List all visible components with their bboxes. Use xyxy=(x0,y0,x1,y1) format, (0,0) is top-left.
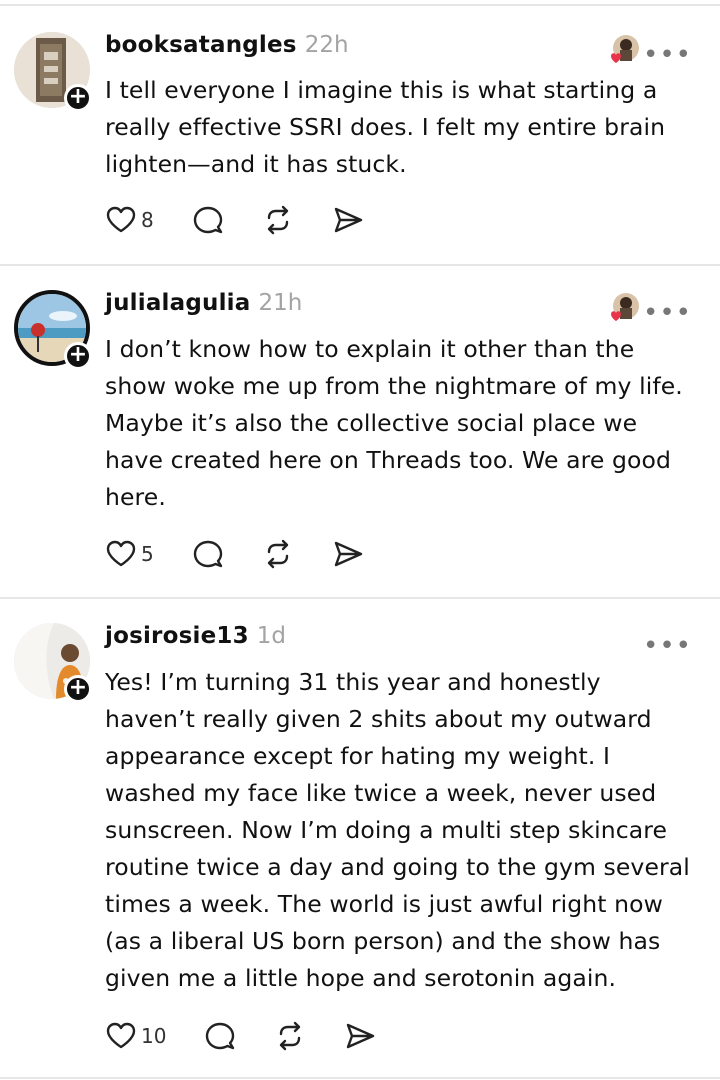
action-bar: 8 xyxy=(105,204,402,236)
reply-button[interactable] xyxy=(204,1020,236,1052)
like-count: 10 xyxy=(141,1024,167,1048)
send-icon xyxy=(347,1023,375,1049)
heart-outline-icon xyxy=(106,206,136,233)
share-button[interactable] xyxy=(332,538,364,570)
share-button[interactable] xyxy=(344,1020,376,1052)
post-header: booksatangles 22h xyxy=(105,32,349,68)
repost-arrows-icon xyxy=(267,539,288,569)
post-header: josirosie13 1d xyxy=(105,623,286,659)
post-divider xyxy=(0,597,720,599)
timestamp: 21h xyxy=(258,290,303,316)
reply-post-1: + booksatangles 22h ••• I tell everyone … xyxy=(0,32,720,262)
reply-button[interactable] xyxy=(192,204,224,236)
more-dots-icon[interactable]: ••• xyxy=(643,298,692,328)
comment-bubble-icon xyxy=(193,206,222,234)
like-count: 5 xyxy=(141,542,154,566)
like-button[interactable]: 10 xyxy=(105,1020,166,1052)
reply-post-3: + josirosie13 1d ••• Yes! I’m turning 31… xyxy=(0,623,720,1073)
like-button[interactable]: 8 xyxy=(105,204,154,236)
reply-button[interactable] xyxy=(192,538,224,570)
send-icon xyxy=(334,541,362,567)
heart-outline-icon xyxy=(106,540,136,567)
post-header: julialagulia 21h xyxy=(105,290,302,326)
timestamp: 1d xyxy=(256,623,287,649)
send-icon xyxy=(334,207,362,233)
follow-plus-icon[interactable]: + xyxy=(64,342,92,370)
follow-plus-icon[interactable]: + xyxy=(64,84,92,112)
repost-button[interactable] xyxy=(262,538,294,570)
action-bar: 10 xyxy=(105,1020,414,1052)
repost-arrows-icon xyxy=(267,205,288,235)
comment-bubble-icon xyxy=(206,1022,235,1050)
like-count: 8 xyxy=(141,208,154,232)
liked-by-author-avatar xyxy=(606,292,640,326)
repost-button[interactable] xyxy=(274,1020,306,1052)
username[interactable]: josirosie13 xyxy=(105,623,249,649)
username[interactable]: julialagulia xyxy=(105,290,250,316)
post-divider xyxy=(0,264,720,266)
username[interactable]: booksatangles xyxy=(105,32,297,58)
share-button[interactable] xyxy=(332,204,364,236)
action-bar: 5 xyxy=(105,538,402,570)
more-dots-icon[interactable]: ••• xyxy=(643,631,692,661)
top-divider xyxy=(0,4,720,6)
post-text: Yes! I’m turning 31 this year and honest… xyxy=(105,668,690,992)
bottom-divider xyxy=(0,1077,720,1079)
like-button[interactable]: 5 xyxy=(105,538,154,570)
heart-outline-icon xyxy=(106,1022,136,1049)
reply-post-2: + julialagulia 21h ••• I don’t know how … xyxy=(0,290,720,590)
follow-plus-icon[interactable]: + xyxy=(64,675,92,703)
repost-button[interactable] xyxy=(262,204,294,236)
timestamp: 22h xyxy=(304,32,349,58)
comment-bubble-icon xyxy=(193,540,222,568)
repost-arrows-icon xyxy=(280,1021,301,1051)
post-text: I tell everyone I imagine this is what s… xyxy=(105,76,666,178)
liked-by-author-avatar xyxy=(606,34,640,68)
post-text: I don’t know how to explain it other tha… xyxy=(105,335,683,511)
more-dots-icon[interactable]: ••• xyxy=(643,40,692,70)
